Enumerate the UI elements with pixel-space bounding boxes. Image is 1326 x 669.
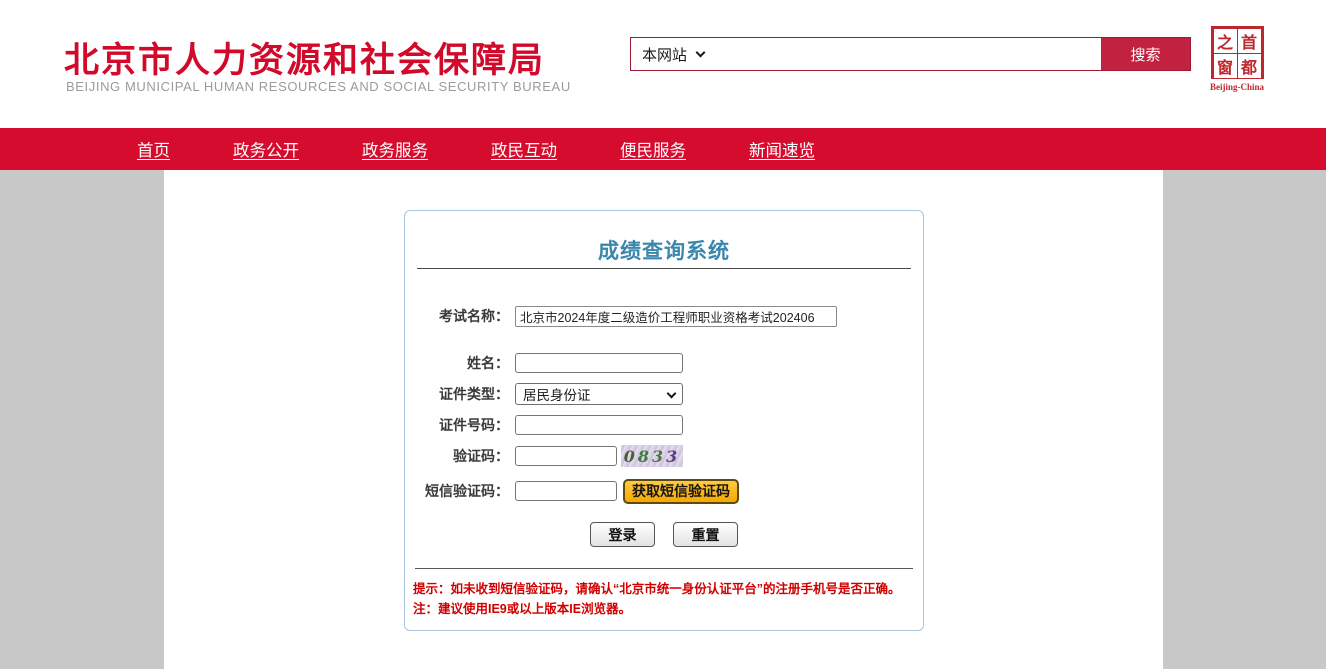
- search-input[interactable]: [716, 38, 1101, 70]
- nav-item-public-interaction[interactable]: 政民互动: [491, 137, 557, 161]
- name-row: 姓名：: [405, 351, 923, 375]
- exam-name-row: 考试名称：: [405, 304, 923, 328]
- nav-item-government-services[interactable]: 政务服务: [362, 137, 428, 161]
- form-actions: 登录 重置: [405, 522, 923, 547]
- seal-char: 窗: [1214, 54, 1237, 78]
- form-notes: 提示：如未收到短信验证码，请确认“北京市统一身份认证平台”的注册手机号是否正确。…: [413, 579, 915, 619]
- seal-char: 都: [1238, 54, 1261, 78]
- notes-divider: [415, 568, 913, 569]
- sms-code-input[interactable]: [515, 481, 617, 501]
- nav-item-public-disclosure[interactable]: 政务公开: [233, 137, 299, 161]
- id-number-row: 证件号码：: [405, 413, 923, 437]
- captcha-digit: 3: [652, 447, 666, 466]
- page: 北京市人力资源和社会保障局 BEIJING MUNICIPAL HUMAN RE…: [0, 0, 1326, 669]
- capital-window-logo: 之 首 窗 都 Beijing-China: [1209, 26, 1265, 92]
- site-title: 北京市人力资源和社会保障局: [64, 32, 545, 83]
- reset-button[interactable]: 重置: [673, 522, 738, 547]
- search-scope-dropdown[interactable]: 本网站: [631, 38, 716, 70]
- id-type-select[interactable]: 居民身份证: [515, 383, 683, 405]
- main-nav: 首页 政务公开 政务服务 政民互动 便民服务 新闻速览: [0, 128, 1326, 170]
- score-query-panel: 成绩查询系统 考试名称： 姓名： 证件类型： 居民身份证 证件号码: [404, 210, 924, 631]
- note-line: 注：建议使用IE9或以上版本IE浏览器。: [413, 599, 915, 619]
- site-header: 北京市人力资源和社会保障局 BEIJING MUNICIPAL HUMAN RE…: [0, 0, 1326, 128]
- get-sms-code-button[interactable]: 获取短信验证码: [623, 479, 739, 504]
- id-type-row: 证件类型： 居民身份证: [405, 382, 923, 406]
- captcha-digit: 8: [638, 447, 652, 466]
- nav-item-news[interactable]: 新闻速览: [749, 137, 815, 161]
- search-button[interactable]: 搜索: [1101, 38, 1190, 70]
- note-line: 提示：如未收到短信验证码，请确认“北京市统一身份认证平台”的注册手机号是否正确。: [413, 579, 915, 599]
- id-type-selected-value: 居民身份证: [523, 384, 591, 404]
- seal-caption: Beijing-China: [1209, 82, 1265, 92]
- exam-name-label: 考试名称：: [405, 306, 509, 326]
- captcha-label: 验证码：: [405, 446, 509, 466]
- sms-code-row: 短信验证码： 获取短信验证码: [405, 479, 923, 503]
- sms-code-label: 短信验证码：: [405, 481, 509, 501]
- page-title: 成绩查询系统: [405, 235, 923, 265]
- chevron-down-icon: [667, 388, 677, 398]
- nav-item-convenience-services[interactable]: 便民服务: [620, 137, 686, 161]
- login-button[interactable]: 登录: [590, 522, 655, 547]
- name-label: 姓名：: [405, 353, 509, 373]
- site-subtitle: BEIJING MUNICIPAL HUMAN RESOURCES AND SO…: [66, 79, 571, 94]
- name-input[interactable]: [515, 353, 683, 373]
- title-divider: [417, 268, 911, 269]
- seal-char: 首: [1238, 29, 1261, 53]
- id-type-label: 证件类型：: [405, 384, 509, 404]
- captcha-digit: 0: [624, 447, 638, 466]
- captcha-image[interactable]: 0 8 3 3: [621, 445, 683, 467]
- seal-char: 之: [1214, 29, 1237, 53]
- exam-name-input[interactable]: [515, 306, 837, 327]
- id-number-label: 证件号码：: [405, 415, 509, 435]
- id-number-input[interactable]: [515, 415, 683, 435]
- captcha-digit: 3: [666, 447, 680, 466]
- seal-icon: 之 首 窗 都: [1211, 26, 1264, 79]
- site-search: 本网站 搜索: [630, 37, 1191, 71]
- chevron-down-icon: [696, 47, 706, 57]
- nav-item-home[interactable]: 首页: [137, 137, 170, 161]
- captcha-row: 验证码： 0 8 3 3: [405, 444, 923, 468]
- captcha-input[interactable]: [515, 446, 617, 466]
- search-scope-label: 本网站: [642, 44, 687, 65]
